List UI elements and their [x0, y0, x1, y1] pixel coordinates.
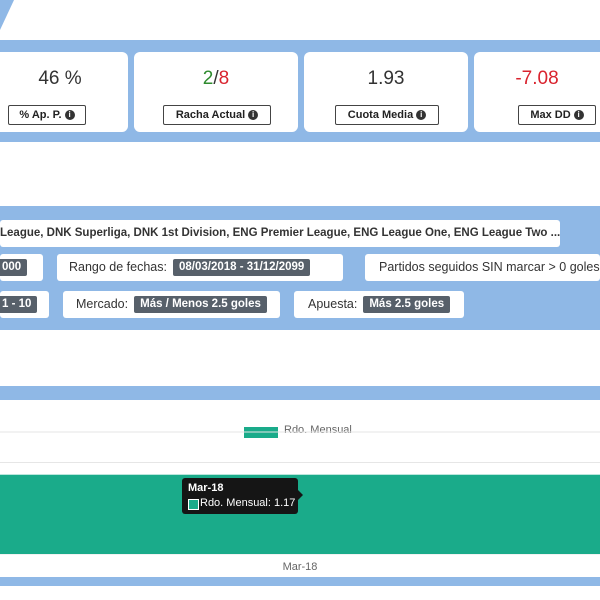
- stat-label-avg-odds[interactable]: Cuota Media i: [335, 105, 439, 125]
- streak-total: 8: [218, 68, 230, 89]
- chart-tooltip: Mar-18 Rdo. Mensual: 1.17: [182, 478, 303, 514]
- bet-tag: Más 2.5 goles: [363, 296, 451, 313]
- filter-partial-left-1[interactable]: 000: [0, 254, 43, 281]
- stat-card-streak: 2/8 Racha Actual i: [134, 52, 298, 132]
- info-icon[interactable]: i: [416, 110, 427, 120]
- filter-partial-left-2-tag: 1 - 10: [0, 296, 38, 313]
- market-label: Mercado:: [76, 297, 129, 311]
- info-icon[interactable]: i: [248, 110, 259, 120]
- chart-panel: Rdo. Mensual Mar-18: [0, 400, 600, 577]
- stat-value-max-dd: -7.08: [515, 68, 559, 89]
- chart-panel-frame: Rdo. Mensual Mar-18: [0, 386, 600, 586]
- filters-panel: League, DNK Superliga, DNK 1st Division,…: [0, 206, 600, 330]
- tooltip-title: Mar-18: [188, 482, 224, 494]
- tooltip-swatch: [188, 499, 199, 510]
- leagues-filter-text: League, DNK Superliga, DNK 1st Division,…: [0, 227, 560, 239]
- filter-partial-left-2[interactable]: 1 - 10: [0, 291, 49, 318]
- stats-panel: 46 % % Ap. P. i 2/8 Racha Actual i 1.93 Cu…: [0, 40, 600, 142]
- date-range-filter[interactable]: Rango de fechas: 08/03/2018 - 31/12/2099: [57, 254, 343, 281]
- scoreless-filter[interactable]: Partidos seguidos SIN marcar > 0 goles: [365, 254, 600, 281]
- stat-label-ap-text: % Ap. P.: [19, 109, 62, 121]
- market-tag: Más / Menos 2.5 goles: [134, 296, 267, 313]
- info-icon[interactable]: i: [64, 110, 75, 120]
- chart-bar[interactable]: [0, 474, 600, 554]
- date-range-tag: 08/03/2018 - 31/12/2099: [173, 259, 311, 276]
- stat-label-ap[interactable]: % Ap. P. i: [8, 105, 86, 125]
- stat-label-avg-odds-text: Cuota Media: [347, 109, 414, 121]
- stat-value-streak: 2/8: [134, 68, 298, 90]
- scoreless-label: Partidos seguidos SIN marcar > 0 goles: [379, 260, 600, 274]
- stat-label-max-dd[interactable]: Max DD i: [518, 105, 596, 125]
- stat-label-streak[interactable]: Racha Actual i: [163, 105, 271, 125]
- bar-chart: Mar-18: [0, 431, 600, 573]
- stat-card-max-dd: -7.08 Max DD i: [474, 52, 600, 132]
- top-corner-decoration: [0, 0, 14, 30]
- stat-value-ap: 46 %: [38, 68, 82, 89]
- stat-label-max-dd-text: Max DD: [530, 109, 571, 121]
- tooltip-arrow: [298, 490, 303, 500]
- streak-current: 2: [202, 68, 214, 89]
- x-tick-label: Mar-18: [283, 561, 318, 573]
- bet-filter[interactable]: Apuesta: Más 2.5 goles: [294, 291, 464, 318]
- info-icon[interactable]: i: [573, 110, 584, 120]
- tooltip-text: Rdo. Mensual: 1.17: [200, 497, 296, 509]
- stat-card-avg-odds: 1.93 Cuota Media i: [304, 52, 468, 132]
- bet-label: Apuesta:: [308, 297, 358, 311]
- stat-label-streak-text: Racha Actual: [175, 109, 246, 121]
- leagues-filter[interactable]: League, DNK Superliga, DNK 1st Division,…: [0, 220, 560, 247]
- date-range-label: Rango de fechas:: [69, 260, 167, 274]
- stat-card-ap: 46 % % Ap. P. i: [0, 52, 128, 132]
- market-filter[interactable]: Mercado: Más / Menos 2.5 goles: [63, 291, 280, 318]
- filter-partial-left-1-tag: 000: [0, 259, 28, 276]
- stat-value-avg-odds: 1.93: [367, 68, 405, 89]
